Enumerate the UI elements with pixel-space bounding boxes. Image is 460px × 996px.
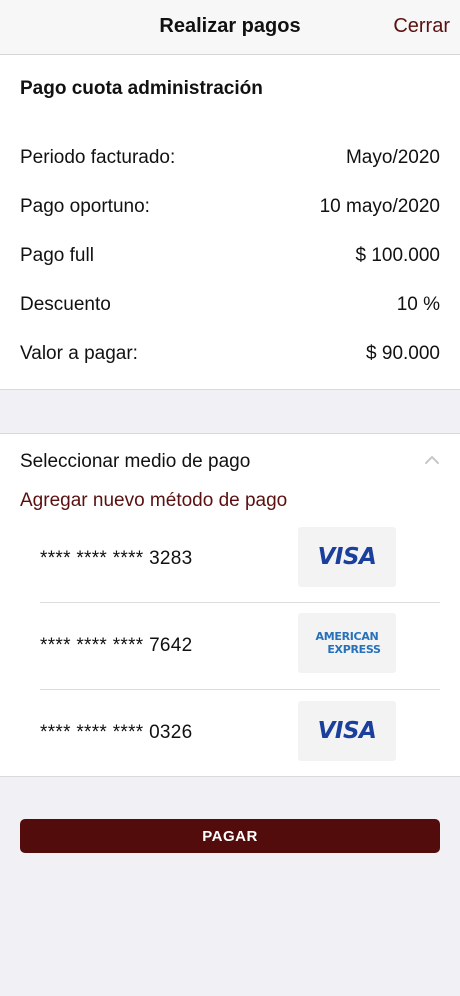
- add-payment-method-link[interactable]: Agregar nuevo método de pago: [20, 490, 287, 512]
- summary-row-full-payment: Pago full $ 100.000: [20, 243, 440, 269]
- saved-card-item[interactable]: **** **** **** 0326 VISA: [40, 690, 440, 776]
- close-button[interactable]: Cerrar: [393, 15, 450, 38]
- payment-method-header[interactable]: Seleccionar medio de pago: [20, 451, 250, 473]
- visa-logo-icon: VISA: [298, 701, 396, 761]
- summary-row-billing-period: Periodo facturado: Mayo/2020: [20, 145, 440, 171]
- summary-row-amount-due: Valor a pagar: $ 90.000: [20, 341, 440, 367]
- summary-value: Mayo/2020: [345, 147, 440, 168]
- visa-logo-text: VISA: [317, 718, 377, 744]
- amex-logo-line2: EXPRESS: [327, 643, 381, 656]
- summary-value: 10 %: [396, 294, 440, 315]
- summary-label: Periodo facturado:: [20, 147, 176, 168]
- nav-bar: Realizar pagos Cerrar: [0, 0, 460, 55]
- visa-logo-text: VISA: [317, 544, 377, 570]
- summary-label: Valor a pagar:: [20, 343, 138, 364]
- saved-card-item[interactable]: **** **** **** 3283 VISA: [40, 516, 440, 603]
- summary-label: Pago oportuno:: [20, 196, 150, 217]
- summary-title: Pago cuota administración: [20, 78, 263, 99]
- amex-logo-line1: AMERICAN: [315, 630, 379, 643]
- visa-logo-icon: VISA: [298, 527, 396, 587]
- summary-row-due-date: Pago oportuno: 10 mayo/2020: [20, 194, 440, 220]
- payment-summary-card: Pago cuota administración Periodo factur…: [0, 55, 460, 390]
- pay-button[interactable]: PAGAR: [20, 819, 440, 853]
- chevron-up-icon[interactable]: [424, 454, 440, 466]
- card-number: **** **** **** 7642: [40, 635, 193, 656]
- page-title: Realizar pagos: [159, 15, 301, 37]
- summary-label: Descuento: [20, 294, 111, 315]
- card-number: **** **** **** 3283: [40, 548, 193, 569]
- summary-value: $ 90.000: [366, 343, 440, 364]
- amex-logo-icon: AMERICAN EXPRESS: [298, 613, 396, 673]
- summary-value: 10 mayo/2020: [319, 196, 440, 217]
- payment-methods-card: Seleccionar medio de pago Agregar nuevo …: [0, 433, 460, 777]
- saved-card-item[interactable]: **** **** **** 7642 AMERICAN EXPRESS: [40, 603, 440, 690]
- summary-label: Pago full: [20, 245, 94, 266]
- summary-row-discount: Descuento 10 %: [20, 292, 440, 318]
- card-number: **** **** **** 0326: [40, 722, 193, 743]
- summary-value: $ 100.000: [355, 245, 440, 266]
